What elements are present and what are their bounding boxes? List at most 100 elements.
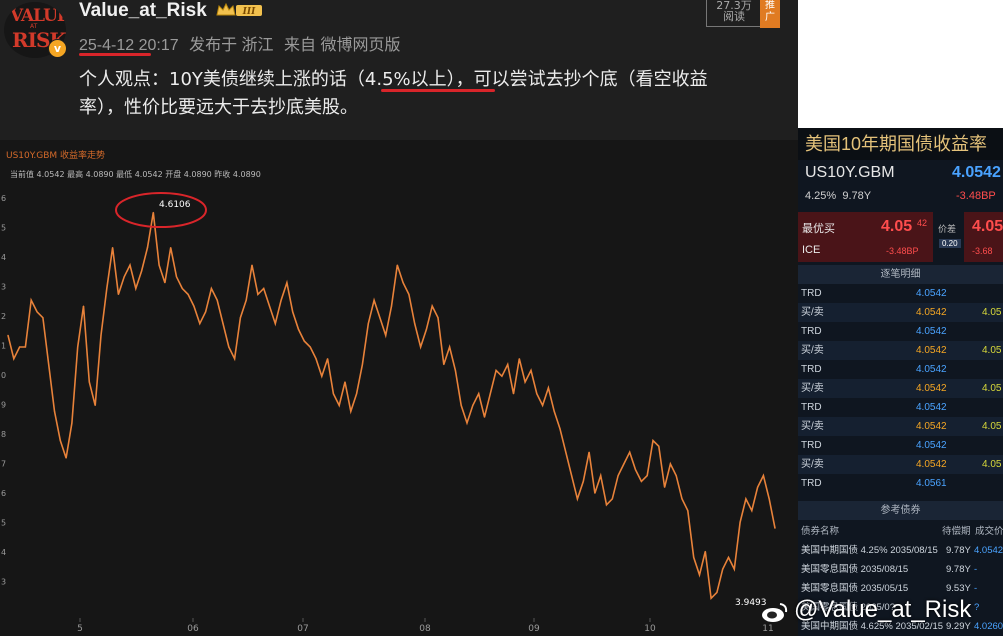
data-point bbox=[518, 358, 520, 360]
data-point bbox=[652, 439, 654, 442]
trade-type: 买/卖 bbox=[801, 345, 824, 356]
data-point bbox=[268, 305, 271, 307]
y-tick-label: 9 bbox=[1, 401, 6, 410]
trade-row: 买/卖 4.0542 4.05 bbox=[798, 455, 1003, 474]
data-point bbox=[24, 346, 26, 348]
data-point bbox=[489, 393, 491, 395]
trade-extra: 4.05 bbox=[982, 307, 1002, 318]
bond-term: 9.78Y bbox=[946, 545, 971, 556]
y-tick-label: 1 bbox=[1, 342, 6, 351]
bond-col-name: 债券名称 bbox=[801, 526, 840, 537]
data-point bbox=[251, 264, 253, 266]
data-point bbox=[65, 457, 67, 459]
date-underline bbox=[79, 53, 151, 56]
data-point bbox=[733, 568, 735, 570]
trade-price: 4.0542 bbox=[916, 421, 947, 432]
trade-row: TRD 4.0542 bbox=[798, 322, 1003, 341]
trade-price: 4.0542 bbox=[916, 307, 947, 318]
post-date[interactable]: 25-4-12 20:17 bbox=[79, 37, 179, 54]
data-point bbox=[547, 387, 550, 389]
data-point bbox=[94, 404, 96, 406]
data-point bbox=[263, 287, 265, 290]
data-point bbox=[710, 597, 712, 599]
data-point bbox=[303, 340, 305, 342]
panel-coupon-maturity: 4.25% 9.78Y bbox=[805, 190, 871, 202]
best-ask-change: -3.68 bbox=[972, 246, 993, 256]
data-point bbox=[216, 299, 218, 301]
best-ask-value: 4.05 bbox=[972, 218, 1003, 235]
data-point bbox=[350, 410, 352, 412]
bond-row[interactable]: 美国零息国债 2035/08/15 9.78Y - bbox=[798, 560, 1003, 579]
data-point bbox=[634, 469, 637, 471]
trade-extra: 4.05 bbox=[982, 345, 1002, 356]
data-point bbox=[309, 346, 311, 348]
data-point bbox=[373, 299, 375, 301]
trade-type: TRD bbox=[801, 478, 822, 489]
chart-image[interactable]: US10Y.GBM 收益率走势 当前值 4.0542 最高 4.0890 最低 … bbox=[0, 140, 798, 636]
data-point bbox=[629, 451, 631, 453]
data-point bbox=[420, 346, 422, 348]
data-point bbox=[13, 358, 15, 360]
post-location: 发布于 浙江 bbox=[189, 37, 274, 54]
data-point bbox=[751, 510, 753, 512]
promote-label-1: 推 bbox=[765, 0, 775, 11]
data-point bbox=[646, 475, 648, 477]
data-point bbox=[768, 498, 770, 500]
data-point bbox=[152, 211, 154, 214]
promote-tag[interactable]: 推 广 bbox=[760, 0, 780, 28]
trade-price: 4.0542 bbox=[916, 326, 947, 337]
verified-icon: v bbox=[48, 39, 67, 58]
trade-type: TRD bbox=[801, 288, 822, 299]
bond-row[interactable]: 美国中期国债 4.25% 2035/08/15 9.78Y 4.0542 bbox=[798, 541, 1003, 560]
data-point bbox=[30, 299, 32, 301]
panel-symbol[interactable]: US10Y.GBM bbox=[805, 164, 895, 182]
data-point bbox=[280, 299, 282, 301]
promote-label-2: 广 bbox=[765, 12, 775, 23]
data-point bbox=[199, 323, 201, 325]
data-point bbox=[379, 317, 381, 319]
best-ask-box[interactable]: 4.05 -3.68 bbox=[964, 212, 1003, 262]
data-point bbox=[623, 463, 625, 465]
data-point bbox=[716, 591, 718, 594]
data-point bbox=[704, 550, 706, 553]
trade-price: 4.0542 bbox=[916, 383, 947, 394]
data-point bbox=[321, 375, 323, 377]
best-bid-label: 最优买 bbox=[802, 223, 835, 235]
post-meta: 25-4-12 20:17 发布于 浙江 来自 微博网页版 bbox=[79, 31, 406, 55]
data-point bbox=[146, 247, 149, 249]
data-point bbox=[530, 369, 532, 371]
trade-row: 买/卖 4.0542 4.05 bbox=[798, 341, 1003, 360]
data-point bbox=[135, 287, 137, 290]
y-tick-label: 3 bbox=[1, 578, 6, 587]
data-point bbox=[774, 527, 776, 529]
trades-header: 逐笔明细 bbox=[798, 265, 1003, 284]
data-point bbox=[576, 498, 579, 500]
bond-price: - bbox=[974, 583, 978, 594]
data-point bbox=[239, 317, 241, 319]
data-point bbox=[170, 247, 172, 249]
data-point bbox=[542, 404, 544, 406]
level-badge-text: III bbox=[242, 7, 256, 17]
data-point bbox=[594, 492, 596, 494]
data-point bbox=[571, 475, 573, 477]
crown-badge-icon[interactable]: III bbox=[215, 2, 263, 18]
bond-name: 美国中期国债 4.25% 2035/08/15 bbox=[801, 545, 938, 556]
data-point bbox=[187, 293, 189, 295]
username[interactable]: Value_at_Risk bbox=[79, 0, 207, 22]
data-point bbox=[727, 556, 730, 558]
data-point bbox=[553, 410, 555, 412]
data-point bbox=[600, 475, 602, 477]
data-point bbox=[675, 475, 677, 477]
data-point bbox=[332, 393, 334, 395]
chart-title: US10Y.GBM 收益率走势 bbox=[6, 149, 105, 161]
trade-row: TRD 4.0561 bbox=[798, 474, 1003, 493]
y-tick-label: 8 bbox=[1, 430, 6, 439]
ref-bonds-header: 参考债券 bbox=[798, 501, 1003, 520]
best-bid-box[interactable]: 最优买 4.05 42 ICE -3.48BP bbox=[798, 212, 933, 262]
bond-name: 美国零息国债 2035/08/15 bbox=[801, 564, 909, 575]
data-point bbox=[327, 358, 329, 360]
bond-price: 4.0260 bbox=[974, 621, 1003, 632]
watermark-text: @Value_at_Risk bbox=[794, 596, 972, 623]
bond-price: ? bbox=[974, 602, 980, 613]
data-point bbox=[495, 369, 497, 371]
